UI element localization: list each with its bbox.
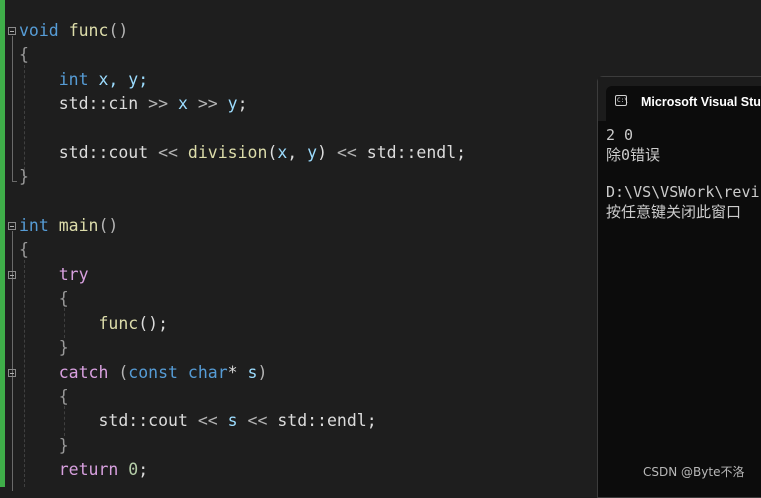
console-output-line: 2 0 [606,126,634,144]
code-line-6: std::cout << division(x, y) << std::endl… [58,143,467,162]
console-window-icon: C:\ [615,95,628,106]
code-line-9: int main() [19,216,119,235]
code-line-2: { [19,45,29,64]
console-window[interactable]: C:\ Microsoft Visual Studio 2 0 除0错误 D:\… [597,76,761,498]
collapse-main-icon[interactable] [8,222,16,230]
code-line-19: return 0; [58,460,149,479]
code-line-15: catch (const char* s) [58,363,268,382]
code-line-10: { [19,240,29,259]
code-line-7: } [19,167,29,186]
console-output-line: D:\VS\VSWork\revis [606,183,761,201]
console-output-line: 除0错误 [606,146,661,164]
change-tracking-bar [0,0,5,487]
fold-end [12,181,17,182]
collapse-func-icon[interactable] [8,27,16,35]
fold-line [12,36,13,181]
console-titlebar[interactable]: C:\ Microsoft Visual Studio [598,77,761,121]
code-line-17: std::cout << s << std::endl; [98,411,377,430]
watermark: CSDN @Byte不洛 [643,465,745,479]
code-line-13: func(); [98,314,169,333]
code-line-4: std::cin >> x >> y; [58,94,248,113]
collapse-try-icon[interactable] [8,271,16,279]
console-output-line: 按任意键关闭此窗口 [606,203,742,221]
console-title: Microsoft Visual Studio [641,95,761,109]
code-line-18: } [58,436,69,455]
collapse-catch-icon[interactable] [8,369,16,377]
fold-line [12,231,13,491]
code-line-16: { [58,387,69,406]
code-line-3: int x, y; [58,70,149,89]
console-tab[interactable]: C:\ Microsoft Visual Studio [606,86,761,121]
code-line-14: } [58,338,69,357]
code-line-12: { [58,289,69,308]
code-line-1: void func() [19,21,129,40]
code-line-11: try [58,265,89,284]
